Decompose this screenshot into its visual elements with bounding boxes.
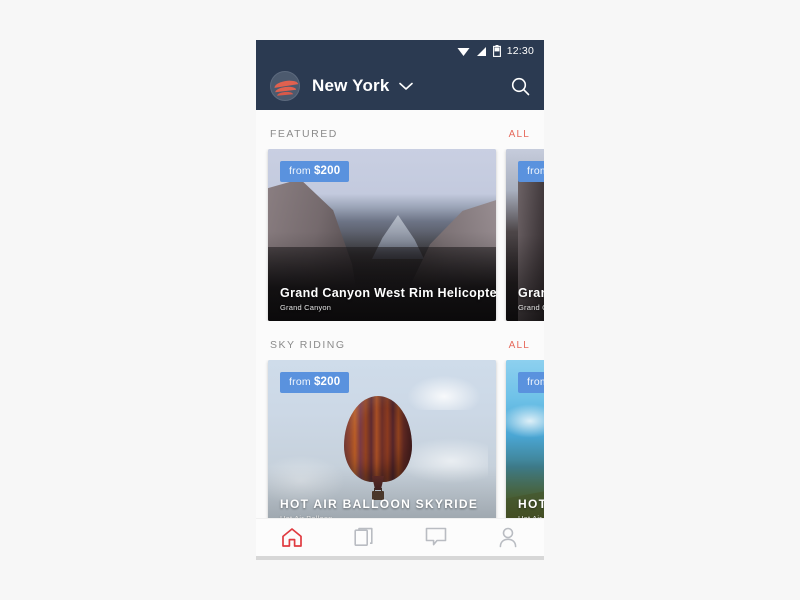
city-selector-label[interactable]: New York [312,76,390,96]
price-badge: from $2 [518,161,544,182]
status-time: 12:30 [506,45,534,57]
nav-item-cards[interactable] [328,519,400,560]
price-badge-amount: $200 [313,376,341,388]
chevron-down-icon[interactable] [398,82,413,91]
card-title: HOT [518,497,544,511]
section-all-link[interactable]: ALL [509,340,530,351]
logo-swoosh-icon [276,91,294,96]
chat-bubble-icon[interactable] [425,527,447,552]
price-badge-amount: $200 [313,165,341,177]
section-header-sky-riding: SKY RIDING ALL [256,321,544,360]
price-badge-from: from [289,376,311,388]
search-icon[interactable] [511,77,530,96]
signal-icon [476,46,487,57]
card-title: Grand [518,286,544,300]
sky-riding-card[interactable]: from HOT Hot Air B [506,360,544,518]
wifi-icon [457,46,470,57]
card-subtitle: Hot Air Balloon [280,514,496,518]
price-badge: from $200 [280,161,350,182]
sky-riding-card[interactable]: from $200 HOT AIR BALLOON SKYRIDE Hot Ai… [268,360,496,518]
price-badge-from: from [527,165,544,177]
nav-bottom-bar [256,556,544,560]
card-text-block: Grand Grand Ca [506,286,544,321]
card-row-featured[interactable]: from $200 Grand Canyon West Rim Helicopt… [256,149,544,321]
nav-item-home[interactable] [256,519,328,560]
person-icon[interactable] [498,527,518,553]
cards-icon[interactable] [353,527,375,553]
price-badge-from: from [527,376,544,388]
card-title: Grand Canyon West Rim Helicopter.. [280,286,496,300]
battery-icon [492,45,501,57]
card-text-block: Grand Canyon West Rim Helicopter.. Grand… [268,286,496,321]
featured-card[interactable]: from $200 Grand Canyon West Rim Helicopt… [268,149,496,321]
status-bar: 12:30 [256,40,544,62]
price-badge-from: from [289,165,311,177]
featured-card[interactable]: from $2 Grand Grand Ca [506,149,544,321]
card-subtitle: Grand Canyon [280,303,332,312]
card-subtitle: Hot Air B [518,514,544,518]
card-row-sky-riding[interactable]: from $200 HOT AIR BALLOON SKYRIDE Hot Ai… [256,360,544,518]
card-title: HOT AIR BALLOON SKYRIDE [280,497,479,511]
section-all-link[interactable]: ALL [509,129,530,140]
app-bar: New York [256,62,544,110]
price-badge: from $200 [280,372,350,393]
content-scroll-area[interactable]: FEATURED ALL from $200 Grand Canyon West… [256,110,544,518]
phone-screen: 12:30 New York FEATURED ALL from $200 Gr… [256,40,544,560]
section-title: SKY RIDING [270,339,346,351]
price-badge: from [518,372,544,393]
section-title: FEATURED [270,128,338,140]
card-text-block: HOT Hot Air B [506,497,544,518]
nav-item-profile[interactable] [472,519,544,560]
app-logo-avatar[interactable] [270,71,300,101]
card-text-block: HOT AIR BALLOON SKYRIDE Hot Air Balloon [268,497,496,518]
section-header-featured: FEATURED ALL [256,110,544,149]
card-subtitle: Grand Ca [518,303,544,312]
bottom-navigation-bar [256,518,544,560]
nav-item-chat[interactable] [400,519,472,560]
home-icon[interactable] [281,527,303,553]
